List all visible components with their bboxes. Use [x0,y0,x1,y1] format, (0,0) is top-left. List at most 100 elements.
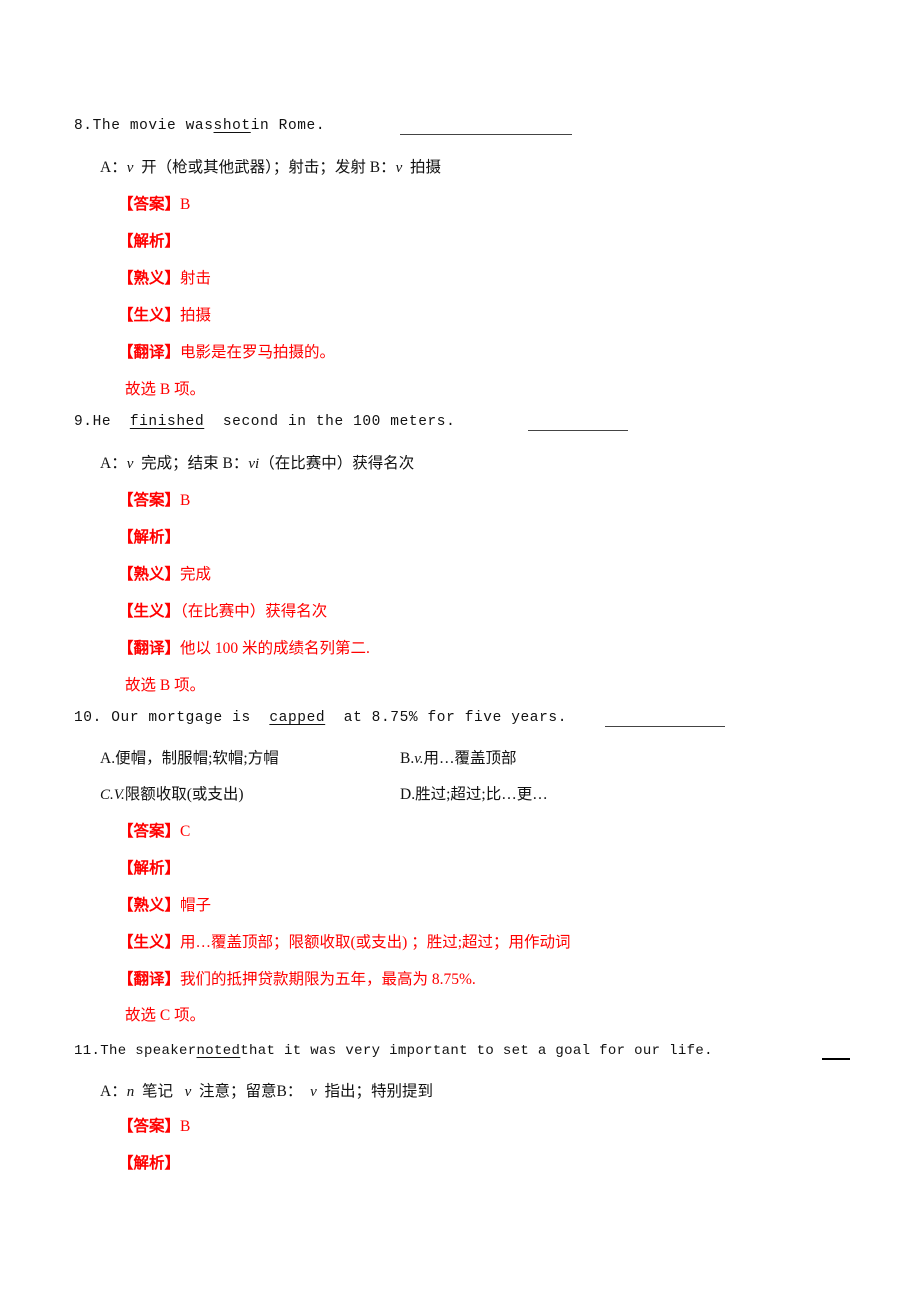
new-label-9: 【生义】 [118,603,181,620]
analysis-label-10: 【解析】 [118,860,181,877]
answer-annotation-9: 【答案】B [118,488,190,510]
option-pos-10-c: V. [113,787,125,803]
option-pos-9-b: vi [248,456,260,472]
option-letter-10-b: B. [400,750,415,767]
new-value-10: 用…覆盖顶部；限额收取(或支出) ；胜过;超过；用作动词 [180,934,571,951]
answer-blank-11[interactable] [822,1058,850,1060]
stem-text-before-9: He [92,414,112,430]
option-pos-8-b: v [395,160,403,176]
stem-text-before-11: The speaker [100,1043,197,1059]
answer-label-10: 【答案】 [118,823,181,840]
question-number-10: 10. [74,710,102,726]
option-letter-9-b: B： [222,455,249,472]
translation-label-10: 【翻译】 [118,971,181,988]
conclusion-9: 故选 B 项。 [125,677,206,694]
answer-blank-9[interactable] [528,430,628,431]
options-line-11: A：n 笔记 v 注意；留意B： v 指出；特别提到 [100,1079,433,1101]
option-10-c: C.V.限额收取(或支出) [100,782,244,804]
option-gloss-9-b: （在比赛中）获得名次 [259,455,415,472]
question-stem-10: 10. Our mortgage is capped at 8.75% for … [74,710,567,726]
translation-8: 【翻译】电影是在罗马拍摄的。 [118,340,335,362]
answer-label-8: 【答案】 [118,196,181,213]
answer-label-11: 【答案】 [118,1118,181,1135]
stem-text-before-8: The movie was [92,118,214,134]
option-letter-11-a: A： [100,1083,127,1100]
question-stem-9: 9.He finished second in the 100 meters. [74,414,455,430]
option-letter-11-b: B： [276,1083,303,1100]
known-label-9: 【熟义】 [118,566,181,583]
option-letter-9-a: A： [100,455,127,472]
known-value-9: 完成 [180,566,212,583]
translation-value-9: 他以 100 米的成绩名列第二. [180,640,370,657]
option-10-a: A.便帽，制服帽;软帽;方帽 [100,746,279,768]
target-word-10: capped [269,710,326,726]
conclusion-10: 故选 C 项。 [125,1007,206,1024]
answer-value-8: B [180,196,191,213]
known-label-8: 【熟义】 [118,270,181,287]
target-word-11: noted [196,1043,241,1059]
option-gloss-9-a: 完成；结束 [141,455,219,472]
option-10-b: B.v.用…覆盖顶部 [400,746,517,768]
question-number-9: 9. [74,414,93,430]
new-value-8: 拍摄 [180,307,212,324]
options-line-8: A：v 开（枪或其他武器）；射击；发射 B：v 拍摄 [100,155,441,177]
new-label-10: 【生义】 [118,934,181,951]
analysis-label-9: 【解析】 [118,529,181,546]
new-meaning-10: 【生义】用…覆盖顶部；限额收取(或支出) ；胜过;超过；用作动词 [118,930,571,952]
stem-text-after-11: that it was very important to set a goal… [240,1043,713,1059]
translation-label-8: 【翻译】 [118,344,181,361]
option-gloss-11-note: 注意；留意 [199,1083,277,1100]
option-gloss-10-d: 胜过;超过;比…更… [415,786,548,803]
question-stem-8: 8.The movie wasshotin Rome. [74,118,325,134]
option-letter-10-a: A. [100,750,116,767]
answer-value-11: B [180,1118,191,1135]
option-gloss-8-a: 开（枪或其他武器）；射击；发射 [141,159,366,176]
option-pos-11-note: v [184,1084,192,1100]
option-pos-8-a: v [126,160,134,176]
options-line-9: A：v 完成；结束 B：vi（在比赛中）获得名次 [100,451,414,473]
option-10-d: D.胜过;超过;比…更… [400,782,548,804]
answer-value-10: C [180,823,191,840]
translation-label-9: 【翻译】 [118,640,181,657]
answer-annotation-10: 【答案】C [118,819,190,841]
answer-blank-8[interactable] [400,134,572,135]
option-gloss-11-a: 笔记 [141,1083,173,1100]
answer-label-9: 【答案】 [118,492,181,509]
new-value-9: （在比赛中）获得名次 [180,603,328,620]
known-label-10: 【熟义】 [118,897,181,914]
translation-value-10: 我们的抵押贷款期限为五年，最高为 8.75%. [180,971,476,988]
option-gloss-10-c: 限额收取(或支出) [124,786,244,803]
answer-annotation-11: 【答案】B [118,1114,190,1136]
known-meaning-9: 【熟义】完成 [118,562,211,584]
worksheet-page: 8.The movie wasshotin Rome. A：v 开（枪或其他武器… [0,0,920,1302]
option-letter-10-c: C. [100,787,114,803]
question-number-11: 11. [74,1043,101,1059]
question-stem-11: 11.The speakernotedthat it was very impo… [74,1043,713,1059]
new-meaning-8: 【生义】拍摄 [118,303,211,325]
known-value-10: 帽子 [180,897,212,914]
option-gloss-10-b: 用…覆盖顶部 [423,750,517,767]
option-letter-8-a: A： [100,159,127,176]
stem-text-after-9: second in the 100 meters. [222,414,456,430]
option-gloss-8-b: 拍摄 [410,159,442,176]
answer-blank-10[interactable] [605,726,725,727]
option-pos-10-b: v. [414,751,424,767]
stem-text-after-10: at 8.75% for five years. [343,710,568,726]
option-pos-9-a: v [126,456,134,472]
option-pos-11-b: v [310,1084,317,1100]
known-value-8: 射击 [180,270,212,287]
stem-text-before-10: Our mortgage is [111,710,251,726]
option-gloss-11-b: 指出；特别提到 [324,1083,434,1100]
option-pos-11-a: n [126,1084,135,1100]
known-meaning-10: 【熟义】帽子 [118,893,211,915]
target-word-8: shot [213,118,251,134]
stem-text-after-8: in Rome. [250,118,326,134]
known-meaning-8: 【熟义】射击 [118,266,211,288]
translation-9: 【翻译】他以 100 米的成绩名列第二. [118,636,370,658]
analysis-label-8: 【解析】 [118,233,181,250]
new-meaning-9: 【生义】（在比赛中）获得名次 [118,599,327,621]
option-gloss-10-a: 便帽，制服帽;软帽;方帽 [115,750,279,767]
option-letter-10-d: D. [400,786,416,803]
option-letter-8-b: B： [369,159,396,176]
translation-10: 【翻译】我们的抵押贷款期限为五年，最高为 8.75%. [118,967,476,989]
